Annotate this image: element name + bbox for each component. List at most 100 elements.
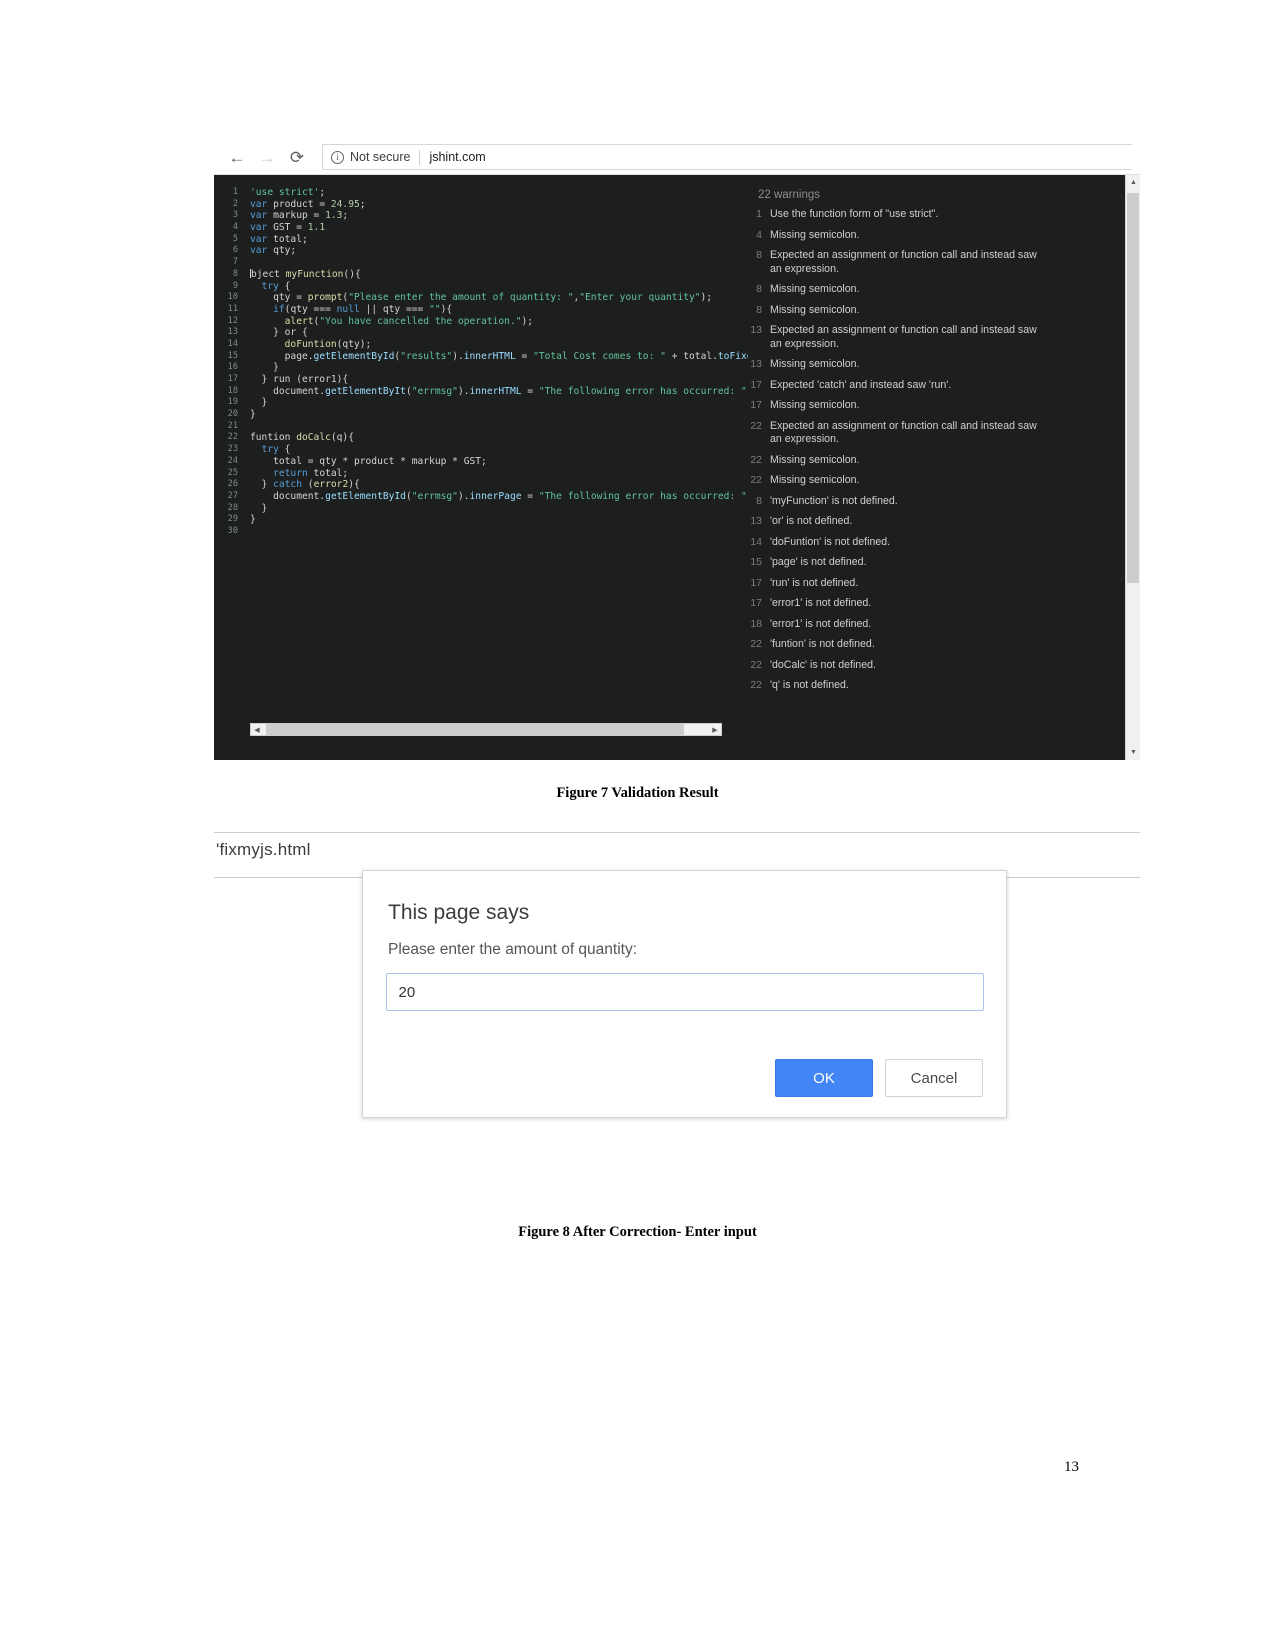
code-line: 12 alert("You have cancelled the operati… [214,316,748,328]
back-icon[interactable]: ← [222,142,252,172]
warning-message: Expected an assignment or function call … [770,249,1037,275]
warning-message: 'page' is not defined. [770,556,867,568]
scroll-right-icon[interactable]: ▶ [709,724,721,735]
line-code: funtion doCalc(q){ [250,432,354,444]
line-number: 22 [227,432,238,443]
line-number: 24 [227,455,238,466]
line-code: } [250,362,279,374]
line-code: } run (error1){ [250,374,349,385]
warning-item: 8 'myFunction' is not defined. [748,495,1126,509]
page-number: 13 [1064,1459,1079,1475]
warning-message: 'or' is not defined. [770,515,853,527]
warning-line-number: 13 [750,358,762,370]
line-number: 25 [227,467,238,478]
warning-item: 8 Expected an assignment or function call… [748,249,1126,276]
hscroll-track[interactable] [263,724,709,735]
line-number: 9 [232,280,238,291]
warning-message: 'error1' is not defined. [770,597,872,609]
line-code: try { [261,280,291,292]
scroll-up-icon[interactable]: ▲ [1126,175,1141,190]
line-number: 3 [232,210,238,221]
line-code: bject myFunction(){ [250,268,361,280]
warning-message: Missing semicolon. [770,358,860,370]
code-line: 13 } or { [214,327,748,339]
warning-item: 22 'doCalc' is not defined. [748,659,1126,673]
tab-label-fixmyjs[interactable]: 'fixmyjs.html [216,840,311,860]
line-code: var product = 24.95; [250,198,366,210]
code-line: 11 if(qty === null || qty === ""){ [214,304,748,316]
warning-message: 'run' is not defined. [770,576,859,589]
warning-message: Missing semicolon. [770,228,860,241]
line-number: 1 [232,187,238,197]
code-line: 9 try { [214,281,748,293]
code-line: 1 'use strict'; [214,187,748,199]
line-code: qty = prompt("Please enter the amount of… [250,292,713,304]
warnings-count-label: 22 warnings [758,189,821,201]
warning-item: 13 Expected an assignment or function cal… [748,324,1126,351]
warning-line-number: 17 [750,378,762,391]
warning-message: 'doCalc' is not defined. [770,658,876,671]
warnings-list: 1 Use the function form of "use strict". 4… [748,208,1126,693]
dialog-title: This page says [388,901,530,924]
warning-item: 17 'error1' is not defined. [748,597,1126,611]
page-vertical-scrollbar[interactable]: ▲ ▼ [1125,175,1140,760]
warning-line-number: 13 [750,324,762,336]
scroll-down-icon[interactable]: ▼ [1126,745,1141,760]
code-line: 10 qty = prompt("Please enter the amount… [214,292,748,304]
address-bar[interactable]: i Not secure jshint.com [322,144,1132,170]
code-line: 6 var qty; [214,245,748,257]
figure7-browser-screenshot: ← → ⟳ i Not secure jshint.com 1 'use stri… [214,140,1140,760]
warning-line-number: 4 [756,228,762,241]
scroll-left-icon[interactable]: ◀ [251,724,263,735]
line-code: 'use strict'; [250,187,326,198]
line-number: 4 [232,222,238,233]
code-horizontal-scrollbar[interactable]: ◀ ▶ [250,723,722,736]
reload-icon[interactable]: ⟳ [282,142,312,172]
line-number: 30 [227,525,238,536]
line-code: var GST = 1.1 [250,222,326,234]
warning-message: Expected an assignment or function call … [770,324,1037,350]
line-number: 14 [227,338,238,349]
warning-message: 'funtion' is not defined. [770,638,875,650]
line-code: } [250,409,256,421]
warning-message: Missing semicolon. [770,283,860,295]
warning-item: 22 'funtion' is not defined. [748,638,1126,652]
code-line: 18 document.getElementByIt("errmsg").inn… [214,386,748,398]
line-number: 15 [227,350,238,361]
warning-item: 8 Missing semicolon. [748,304,1126,318]
forward-icon[interactable]: → [252,142,282,172]
line-number: 17 [227,374,238,384]
warning-item: 22 Expected an assignment or function cal… [748,420,1126,447]
cancel-button[interactable]: Cancel [885,1059,983,1097]
line-code: var markup = 1.3; [250,210,349,222]
code-line: 2 var product = 24.95; [214,199,748,211]
info-icon[interactable]: i [331,150,344,164]
code-editor-pane[interactable]: 1 'use strict'; 2 var product = 24.95; 3 var … [214,175,748,760]
line-number: 16 [227,362,238,373]
hscroll-thumb[interactable] [266,724,684,735]
warnings-pane: 22 warnings 1 Use the function form of "u… [748,175,1140,760]
line-code: } [250,514,256,526]
url-text: jshint.com [429,150,486,164]
quantity-input[interactable] [385,973,984,1011]
warning-item: 22 'q' is not defined. [748,679,1126,693]
code-line: 21 [214,421,748,433]
code-line: 16 } [214,362,748,374]
warning-message: Missing semicolon. [770,399,860,411]
line-number: 13 [227,327,238,338]
code-line: 3 var markup = 1.3; [214,210,748,222]
warning-line-number: 14 [750,535,762,548]
line-number: 11 [227,303,238,314]
warning-message: 'error1' is not defined. [770,617,872,630]
vscroll-thumb[interactable] [1127,193,1139,583]
warning-item: 17 Missing semicolon. [748,399,1126,413]
warning-item: 13 'or' is not defined. [748,515,1126,529]
warning-item: 17 Expected 'catch' and instead saw 'run'… [748,379,1126,393]
javascript-prompt-dialog: This page says Please enter the amount o… [362,870,1007,1118]
line-code: document.getElementById("errmsg").innerP… [250,490,747,502]
line-code: try { [261,444,291,456]
ok-button[interactable]: OK [775,1059,873,1097]
warning-item: 22 Missing semicolon. [748,454,1126,468]
